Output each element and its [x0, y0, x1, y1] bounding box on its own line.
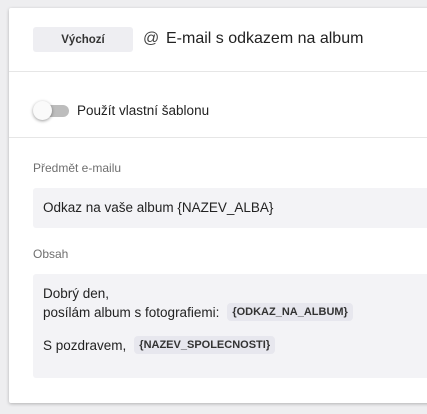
content-line-regards: S pozdravem, {NAZEV_SPOLECNOSTI}	[43, 336, 276, 354]
at-icon: @	[143, 30, 160, 47]
subject-field[interactable]: Odkaz na vaše album {NAZEV_ALBA}	[33, 188, 427, 228]
template-title: E-mail s odkazem na album	[166, 30, 364, 47]
content-field[interactable]: Dobrý den, posílám album s fotografiemi:…	[33, 274, 427, 378]
subject-label: Předmět e-mailu	[33, 161, 122, 175]
custom-template-row: Použít vlastní šablonu	[9, 71, 427, 138]
regards-text: S pozdravem,	[43, 337, 127, 353]
email-template-card: Výchozí @ E-mail s odkazem na album Použ…	[9, 8, 427, 403]
template-header: Výchozí @ E-mail s odkazem na album	[9, 8, 427, 72]
content-line-greeting: Dobrý den,	[43, 286, 109, 301]
content-label: Obsah	[33, 247, 69, 261]
company-name-token[interactable]: {NAZEV_SPOLECNOSTI}	[134, 336, 276, 354]
album-link-token[interactable]: {ODKAZ_NA_ALBUM}	[227, 303, 353, 321]
toggle-thumb	[33, 101, 52, 120]
greeting-text: Dobrý den,	[43, 286, 110, 301]
content-line-album: posílám album s fotografiemi: {ODKAZ_NA_…	[43, 303, 353, 321]
album-text: posílám album s fotografiemi:	[43, 304, 220, 320]
custom-template-label: Použít vlastní šablonu	[77, 103, 210, 118]
custom-template-toggle[interactable]	[33, 100, 69, 120]
default-badge: Výchozí	[33, 27, 133, 52]
subject-value: Odkaz na vaše album {NAZEV_ALBA}	[43, 200, 274, 215]
